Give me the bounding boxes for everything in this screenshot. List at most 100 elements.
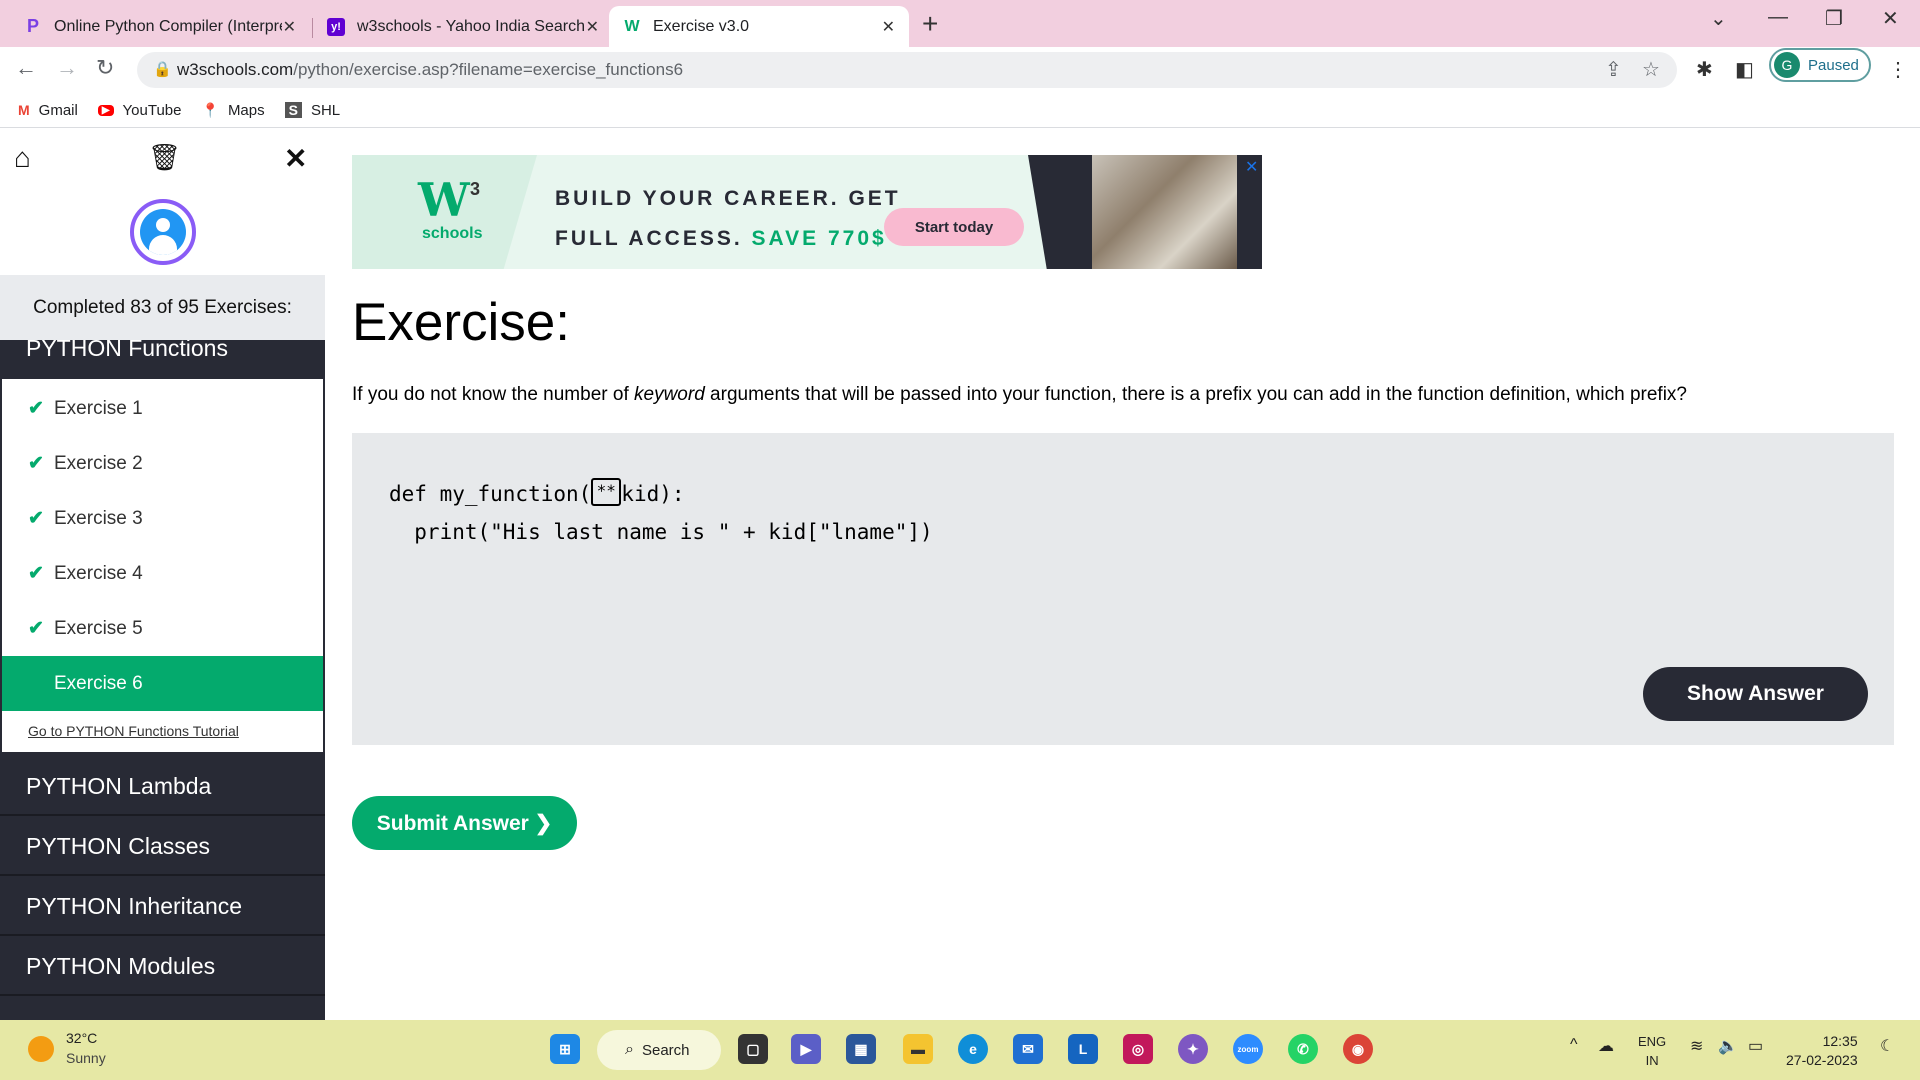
user-icon xyxy=(140,209,186,255)
onedrive-icon[interactable]: ☁ xyxy=(1598,1036,1614,1056)
section-title-functions[interactable]: PYTHON Functions xyxy=(0,340,325,374)
yahoo-favicon-icon: y! xyxy=(327,17,345,36)
back-icon[interactable]: ← xyxy=(15,55,37,81)
side-panel-icon[interactable]: ◧ xyxy=(1735,57,1754,82)
section-classes[interactable]: PYTHON Classes xyxy=(0,818,325,876)
close-tab-icon[interactable]: ✕ xyxy=(882,17,895,37)
close-icon[interactable]: ✕ xyxy=(284,142,307,175)
omnibox[interactable]: 🔒 w3schools.com/python/exercise.asp?file… xyxy=(137,52,1677,88)
ad-banner[interactable]: W 3 schools BUILD YOUR CAREER. GET FULL … xyxy=(352,155,1262,269)
ad-photo xyxy=(1092,155,1237,269)
windows-taskbar: 32°C Sunny ⊞ ⌕ Search ▢ ▶ ▦ ▬ e ✉ L ◎ ✦ z… xyxy=(0,1020,1920,1080)
maps-pin-icon: 📍 xyxy=(201,101,219,118)
screen: P Online Python Compiler (Interpre ✕ y! … xyxy=(0,0,1920,1080)
battery-icon[interactable]: ▭ xyxy=(1748,1036,1763,1056)
clock[interactable]: 12:35 27-02-2023 xyxy=(1786,1032,1858,1070)
bookmarks-bar: M Gmail ▶ YouTube 📍 Maps S SHL xyxy=(0,93,1920,128)
exercise-item-6-active[interactable]: Exercise 6 xyxy=(2,656,323,711)
start-today-button[interactable]: Start today xyxy=(884,208,1024,246)
bookmark-gmail[interactable]: M Gmail xyxy=(18,102,78,119)
section-lambda[interactable]: PYTHON Lambda xyxy=(0,758,325,816)
url-text[interactable]: w3schools.com/python/exercise.asp?filena… xyxy=(177,60,683,80)
exercise-item-2[interactable]: ✔ Exercise 2 xyxy=(2,436,323,491)
exercise-list: ✔ Exercise 1 ✔ Exercise 2 ✔ Exercise 3 ✔ Exe… xyxy=(0,379,325,754)
answer-input[interactable]: ** xyxy=(591,478,622,506)
checkmark-icon: ✔ xyxy=(28,563,44,584)
chrome-icon[interactable]: ◉ xyxy=(1343,1034,1373,1064)
exercise-item-3[interactable]: ✔ Exercise 3 xyxy=(2,491,323,546)
bookmark-star-icon[interactable]: ☆ xyxy=(1642,57,1660,82)
restore-icon[interactable]: ❐ xyxy=(1825,6,1843,31)
exercise-sidebar: ⌂ 🗑 ✕ Completed 83 of 95 Exercises: PYTH… xyxy=(0,128,325,1020)
tab-exercise-active[interactable]: W Exercise v3.0 ✕ xyxy=(609,6,909,47)
checkmark-icon: ✔ xyxy=(28,508,44,529)
teams-chat-icon[interactable]: ▶ xyxy=(791,1034,821,1064)
instagram-icon[interactable]: ◎ xyxy=(1123,1034,1153,1064)
exercise-item-5[interactable]: ✔ Exercise 5 xyxy=(2,601,323,656)
browser-tab-bar: P Online Python Compiler (Interpre ✕ y! … xyxy=(0,0,1920,47)
weather-temperature[interactable]: 32°C xyxy=(66,1030,97,1046)
l-app-icon[interactable]: L xyxy=(1068,1034,1098,1064)
home-icon[interactable]: ⌂ xyxy=(14,142,31,174)
mail-icon[interactable]: ✉ xyxy=(1013,1034,1043,1064)
task-view-icon[interactable]: ▢ xyxy=(738,1034,768,1064)
tab-python-compiler[interactable]: P Online Python Compiler (Interpre ✕ xyxy=(10,6,310,47)
store-icon[interactable]: ▦ xyxy=(846,1034,876,1064)
notification-icon[interactable]: ☾ xyxy=(1880,1036,1894,1056)
file-explorer-icon[interactable]: ▬ xyxy=(903,1034,933,1064)
completed-count: Completed 83 of 95 Exercises: xyxy=(0,275,325,340)
ad-close-icon[interactable]: ✕ xyxy=(1245,157,1258,177)
weather-description[interactable]: Sunny xyxy=(66,1050,106,1066)
volume-icon[interactable]: 🔈 xyxy=(1718,1036,1738,1056)
exercise-item-1[interactable]: ✔ Exercise 1 xyxy=(2,381,323,436)
forward-icon[interactable]: → xyxy=(56,55,78,81)
section-inheritance[interactable]: PYTHON Inheritance xyxy=(0,878,325,936)
avatar: G xyxy=(1774,52,1800,78)
tab-search-chevron-icon[interactable]: ⌄ xyxy=(1710,6,1727,31)
language-indicator[interactable]: ENG IN xyxy=(1638,1032,1666,1070)
extensions-icon[interactable]: ✱ xyxy=(1696,57,1713,82)
taskbar-search[interactable]: ⌕ Search xyxy=(597,1030,721,1070)
sun-icon[interactable] xyxy=(28,1036,54,1062)
checkmark-icon: ✔ xyxy=(28,398,44,419)
address-bar-row: ← → ↻ 🔒 w3schools.com/python/exercise.as… xyxy=(0,47,1920,97)
new-tab-icon[interactable]: + xyxy=(922,8,938,40)
menu-kebab-icon[interactable]: ⋮ xyxy=(1888,57,1908,82)
close-tab-icon[interactable]: ✕ xyxy=(586,17,599,37)
minimize-icon[interactable]: — xyxy=(1768,6,1788,29)
checkmark-icon: ✔ xyxy=(28,453,44,474)
code-snippet: def my_function(** kid): print("His last … xyxy=(389,475,933,551)
bookmark-maps[interactable]: 📍 Maps xyxy=(202,102,265,119)
wifi-icon[interactable]: ≋ xyxy=(1690,1036,1703,1056)
exercise-item-4[interactable]: ✔ Exercise 4 xyxy=(2,546,323,601)
pycompiler-favicon-icon: P xyxy=(26,16,39,36)
tutorial-link[interactable]: Go to PYTHON Functions Tutorial xyxy=(28,723,239,739)
bookmark-youtube[interactable]: ▶ YouTube xyxy=(97,102,182,119)
reload-icon[interactable]: ↻ xyxy=(96,55,114,81)
submit-answer-button[interactable]: Submit Answer ❯ xyxy=(352,796,577,850)
share-icon[interactable]: ⇪ xyxy=(1605,57,1622,82)
edge-icon[interactable]: e xyxy=(958,1034,988,1064)
zoom-icon[interactable]: zoom xyxy=(1233,1034,1263,1064)
shl-icon: S xyxy=(284,102,302,118)
exercise-heading: Exercise: xyxy=(352,293,570,352)
youtube-icon: ▶ xyxy=(97,104,114,116)
close-tab-icon[interactable]: ✕ xyxy=(283,17,296,37)
show-answer-button[interactable]: Show Answer xyxy=(1643,667,1868,721)
ad-text: BUILD YOUR CAREER. GET FULL ACCESS. SAVE… xyxy=(555,187,901,250)
code-box: def my_function(** kid): print("His last … xyxy=(352,433,1894,745)
start-icon[interactable]: ⊞ xyxy=(550,1034,580,1064)
profile-button[interactable]: G Paused xyxy=(1769,48,1871,82)
tray-chevron-icon[interactable]: ^ xyxy=(1570,1036,1578,1054)
trash-icon[interactable]: 🗑 xyxy=(148,142,181,173)
section-modules[interactable]: PYTHON Modules xyxy=(0,938,325,996)
tab-yahoo-search[interactable]: y! w3schools - Yahoo India Search R ✕ xyxy=(313,6,613,47)
window-close-icon[interactable]: ✕ xyxy=(1882,6,1899,31)
copilot-icon[interactable]: ✦ xyxy=(1178,1034,1208,1064)
lock-icon: 🔒 xyxy=(153,61,172,78)
whatsapp-icon[interactable]: ✆ xyxy=(1288,1034,1318,1064)
sidebar-header: ⌂ 🗑 ✕ xyxy=(0,128,325,275)
user-avatar[interactable] xyxy=(130,199,196,265)
bookmark-shl[interactable]: S SHL xyxy=(284,102,340,119)
w3schools-favicon-icon: W xyxy=(624,17,640,35)
